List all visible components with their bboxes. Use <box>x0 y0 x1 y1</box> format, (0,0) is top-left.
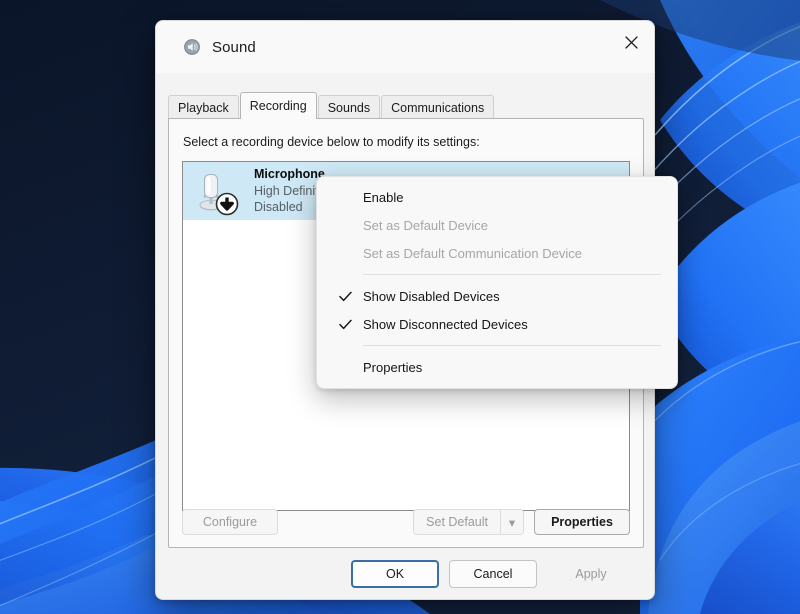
dialog-footer: OK Cancel Apply <box>156 547 654 599</box>
titlebar-left-group: Sound <box>156 38 256 56</box>
menu-separator <box>363 274 661 275</box>
set-default-split-button: Set Default ▾ <box>413 509 524 535</box>
menu-item-set-as-default-device-label: Set as Default Device <box>363 218 488 233</box>
properties-button-label: Properties <box>551 515 613 529</box>
configure-button-label: Configure <box>203 515 257 529</box>
menu-item-show-disconnected-devices-label: Show Disconnected Devices <box>363 317 528 332</box>
set-default-arrow-glyph: ▾ <box>509 515 515 530</box>
menu-separator <box>363 345 661 346</box>
menu-item-show-disconnected-devices[interactable]: Show Disconnected Devices <box>317 310 677 338</box>
device-action-bar: Configure Set Default ▾ Properties <box>182 509 630 535</box>
apply-button-label: Apply <box>575 567 606 581</box>
menu-item-properties-label: Properties <box>363 360 422 375</box>
tab-playback-label: Playback <box>178 101 229 115</box>
cancel-button-label: Cancel <box>474 567 513 581</box>
chevron-down-icon[interactable]: ▾ <box>500 509 524 535</box>
tab-communications-label: Communications <box>391 101 484 115</box>
menu-item-set-as-default-device[interactable]: Set as Default Device <box>317 211 677 239</box>
menu-item-set-as-default-communication-device[interactable]: Set as Default Communication Device <box>317 239 677 267</box>
tab-recording[interactable]: Recording <box>240 92 317 119</box>
menu-check-slot <box>338 360 352 374</box>
menu-item-properties[interactable]: Properties <box>317 353 677 381</box>
tab-recording-label: Recording <box>250 99 307 113</box>
ok-button[interactable]: OK <box>351 560 439 588</box>
menu-check-slot <box>338 246 352 260</box>
configure-button[interactable]: Configure <box>182 509 278 535</box>
ok-button-label: OK <box>386 567 404 581</box>
menu-item-show-disabled-devices[interactable]: Show Disabled Devices <box>317 282 677 310</box>
tab-strip: Playback Recording Sounds Communications <box>168 92 495 119</box>
tab-communications[interactable]: Communications <box>381 95 494 119</box>
menu-check-slot <box>338 190 352 204</box>
cancel-button[interactable]: Cancel <box>449 560 537 588</box>
tab-sounds-label: Sounds <box>328 101 370 115</box>
menu-check-slot <box>338 218 352 232</box>
window-title: Sound <box>212 39 256 56</box>
set-default-button-label: Set Default <box>426 515 488 529</box>
menu-item-show-disabled-devices-label: Show Disabled Devices <box>363 289 500 304</box>
window-titlebar[interactable]: Sound <box>156 21 654 73</box>
set-default-button[interactable]: Set Default <box>413 509 500 535</box>
microphone-disabled-icon <box>191 166 241 216</box>
properties-button[interactable]: Properties <box>534 509 630 535</box>
menu-item-enable[interactable]: Enable <box>317 183 677 211</box>
apply-button[interactable]: Apply <box>547 560 635 588</box>
check-icon <box>338 317 352 331</box>
check-icon <box>338 289 352 303</box>
sound-speaker-icon <box>183 38 201 56</box>
menu-item-set-as-default-communication-device-label: Set as Default Communication Device <box>363 246 582 261</box>
close-icon[interactable] <box>608 21 654 63</box>
menu-item-enable-label: Enable <box>363 190 403 205</box>
tab-sounds[interactable]: Sounds <box>318 95 380 119</box>
tab-playback[interactable]: Playback <box>168 95 239 119</box>
page-hint-text: Select a recording device below to modif… <box>183 135 480 149</box>
device-context-menu: Enable Set as Default Device Set as Defa… <box>316 176 678 389</box>
